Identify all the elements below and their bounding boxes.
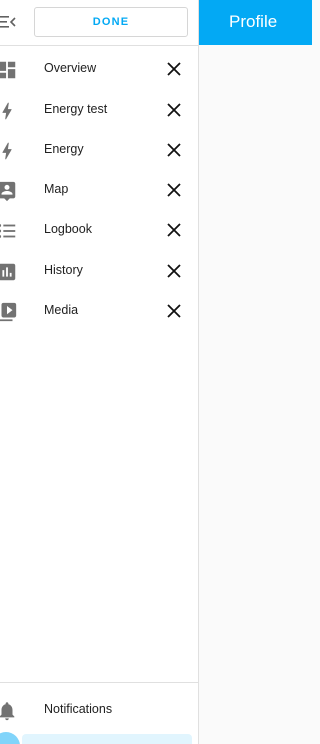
sidebar-item-label: History <box>44 263 83 277</box>
app-header: Profile <box>199 0 312 45</box>
lightning-icon <box>2 102 12 120</box>
sidebar-item-profile[interactable] <box>22 734 192 744</box>
menu-collapse-icon[interactable] <box>0 12 17 32</box>
sidebar-item-media[interactable]: Media <box>0 291 198 331</box>
close-icon[interactable] <box>165 262 183 280</box>
chart-box-icon <box>0 263 16 281</box>
bell-icon <box>0 702 15 721</box>
sidebar-item-energy[interactable]: Energy <box>0 130 198 170</box>
done-button[interactable]: DONE <box>34 7 188 37</box>
page-title: Profile <box>229 12 278 31</box>
close-icon[interactable] <box>165 141 183 159</box>
map-account-icon <box>0 181 16 202</box>
sidebar-item-label: Energy <box>44 142 84 156</box>
close-icon[interactable] <box>165 302 183 320</box>
sidebar-item-logbook[interactable]: Logbook <box>0 210 198 250</box>
avatar[interactable] <box>0 732 20 744</box>
sidebar-item-notifications[interactable]: Notifications <box>0 690 198 730</box>
sidebar-item-label: Logbook <box>44 222 92 236</box>
close-icon[interactable] <box>165 60 183 78</box>
close-icon[interactable] <box>165 221 183 239</box>
sidebar-item-energy-test[interactable]: Energy test <box>0 90 198 130</box>
dashboard-icon <box>0 61 16 79</box>
sidebar-item-label: Notifications <box>44 702 113 716</box>
sidebar-item-overview[interactable]: Overview <box>0 49 198 89</box>
format-list-icon <box>0 224 16 238</box>
close-icon[interactable] <box>165 101 183 119</box>
sidebar-item-label: Energy test <box>44 102 108 116</box>
sidebar-item-label: Overview <box>44 61 97 75</box>
sidebar-item-history[interactable]: History <box>0 251 198 291</box>
sidebar-item-label: Media <box>44 303 79 317</box>
sidebar-divider <box>0 682 198 683</box>
close-icon[interactable] <box>165 181 183 199</box>
sidebar: DONE Overview Energy test Energy Map Log… <box>0 0 199 744</box>
sidebar-item-label: Map <box>44 182 69 196</box>
sidebar-item-map[interactable]: Map <box>0 170 198 210</box>
play-box-multiple-icon <box>0 302 17 322</box>
lightning-icon <box>2 142 12 160</box>
sidebar-header: DONE <box>0 0 198 46</box>
